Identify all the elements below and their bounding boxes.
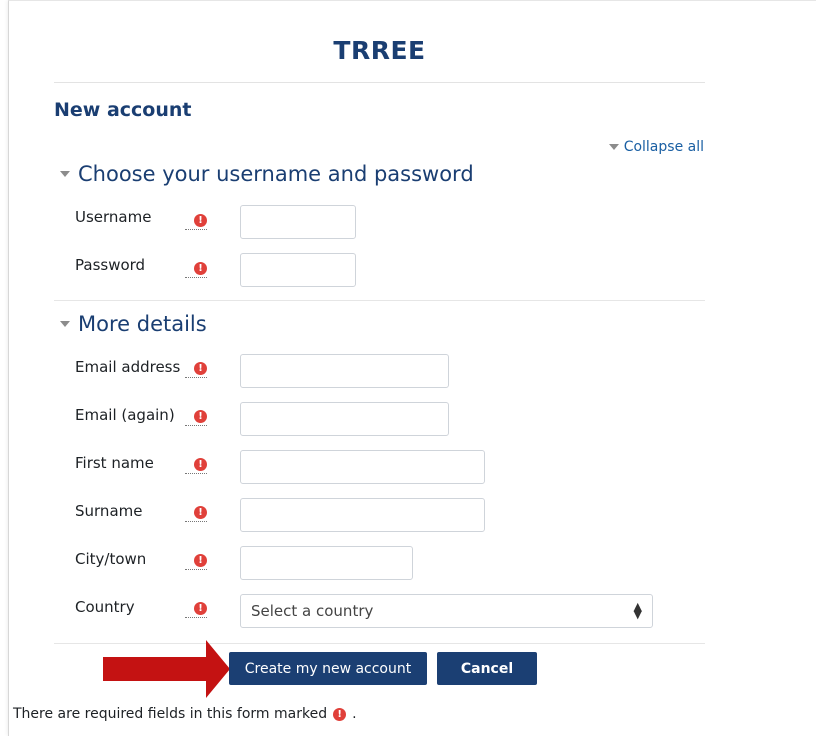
cancel-button[interactable]: Cancel (437, 652, 537, 685)
triangle-down-icon (60, 171, 70, 177)
email-again-label: Email (again) (75, 406, 175, 424)
required-icon: ! (194, 410, 207, 423)
page-heading: New account (54, 99, 192, 121)
collapse-all-label: Collapse all (623, 139, 704, 155)
required-icon: ! (194, 554, 207, 567)
site-title: TRREE (333, 36, 426, 65)
required-note-period: . (352, 706, 357, 722)
section-toggle-details[interactable]: More details (60, 312, 207, 336)
required-underline (185, 473, 207, 474)
required-underline (185, 229, 207, 230)
username-label: Username (75, 208, 152, 226)
required-fields-note: There are required fields in this form m… (13, 706, 357, 722)
divider (54, 82, 705, 83)
section-title-details: More details (78, 312, 207, 336)
triangle-down-icon (608, 144, 619, 150)
email-label: Email address (75, 358, 181, 376)
section-toggle-credentials[interactable]: Choose your username and password (60, 162, 474, 186)
country-label: Country (75, 598, 135, 616)
password-input[interactable] (240, 253, 356, 287)
email-again-input[interactable] (240, 402, 449, 436)
create-account-button[interactable]: Create my new account (229, 652, 427, 685)
username-input[interactable] (240, 205, 356, 239)
required-underline (185, 569, 207, 570)
required-icon: ! (194, 602, 207, 615)
firstname-label: First name (75, 454, 154, 472)
sort-arrows-icon: ▲ ▼ (633, 600, 642, 621)
surname-label: Surname (75, 502, 143, 520)
required-underline (185, 277, 207, 278)
required-underline (185, 521, 207, 522)
required-icon: ! (194, 458, 207, 471)
country-select[interactable]: Select a country ▲ ▼ (240, 594, 653, 628)
city-label: City/town (75, 550, 147, 568)
red-arrow-icon (103, 640, 230, 698)
city-input[interactable] (240, 546, 413, 580)
triangle-down-icon (60, 321, 70, 327)
required-underline (185, 377, 207, 378)
email-input[interactable] (240, 354, 449, 388)
required-icon: ! (194, 506, 207, 519)
password-label: Password (75, 256, 146, 274)
required-note-text: There are required fields in this form m… (13, 706, 328, 722)
required-icon: ! (194, 362, 207, 375)
required-underline (185, 425, 207, 426)
surname-input[interactable] (240, 498, 485, 532)
required-underline (185, 617, 207, 618)
firstname-input[interactable] (240, 450, 485, 484)
required-icon: ! (194, 262, 207, 275)
required-icon: ! (333, 707, 347, 721)
collapse-all-link[interactable]: Collapse all (608, 139, 704, 155)
required-icon: ! (194, 214, 207, 227)
country-select-value: Select a country (251, 602, 374, 620)
section-title-credentials: Choose your username and password (78, 162, 474, 186)
divider (54, 300, 705, 301)
